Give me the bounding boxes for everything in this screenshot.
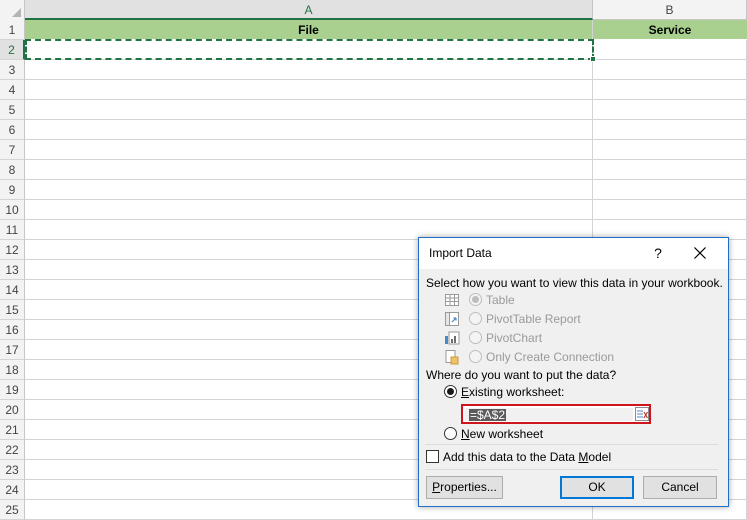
pivottable-icon	[445, 312, 459, 326]
help-button[interactable]: ?	[647, 242, 669, 264]
close-icon	[694, 247, 706, 259]
dialog-divider	[425, 444, 718, 445]
row-header-2[interactable]: 2	[0, 40, 25, 60]
table-option-label: Table	[486, 293, 515, 307]
ok-button[interactable]: OK	[560, 476, 634, 499]
dialog-divider-bottom	[425, 469, 718, 470]
cell-b1[interactable]: Service	[593, 20, 747, 40]
row-header-18[interactable]: 18	[0, 360, 25, 380]
connection-icon	[445, 350, 459, 365]
table-radio[interactable]	[469, 293, 482, 306]
pivottable-option-label: PivotTable Report	[486, 312, 581, 326]
connection-radio[interactable]	[469, 350, 482, 363]
cell-b6[interactable]	[593, 120, 747, 140]
row-header-8[interactable]: 8	[0, 160, 25, 180]
row-header-9[interactable]: 9	[0, 180, 25, 200]
properties-button[interactable]: Properties...	[426, 476, 503, 499]
row-header-17[interactable]: 17	[0, 340, 25, 360]
data-model-checkbox[interactable]	[426, 450, 439, 463]
sheet-row: 8	[0, 160, 747, 180]
row-header-24[interactable]: 24	[0, 480, 25, 500]
row-header-19[interactable]: 19	[0, 380, 25, 400]
range-input-field[interactable]: =$A$2	[465, 408, 633, 421]
sheet-row: 9	[0, 180, 747, 200]
import-data-dialog: Import Data ? Select how you want to vie…	[418, 237, 729, 507]
sheet-row: 4	[0, 80, 747, 100]
cell-b3[interactable]	[593, 60, 747, 80]
row-header-21[interactable]: 21	[0, 420, 25, 440]
cell-b9[interactable]	[593, 180, 747, 200]
cell-b10[interactable]	[593, 200, 747, 220]
row-header-15[interactable]: 15	[0, 300, 25, 320]
sheet-row: 1 File Service	[0, 20, 747, 40]
pivotchart-radio[interactable]	[469, 331, 482, 344]
select-all-button[interactable]	[0, 0, 25, 20]
cancel-button[interactable]: Cancel	[643, 476, 717, 499]
data-model-label: Add this data to the Data Model	[443, 450, 612, 464]
fill-handle[interactable]	[590, 56, 596, 62]
row-header-12[interactable]: 12	[0, 240, 25, 260]
row-header-4[interactable]: 4	[0, 80, 25, 100]
row-header-6[interactable]: 6	[0, 120, 25, 140]
view-prompt-label: Select how you want to view this data in…	[426, 276, 723, 290]
sheet-row: 3	[0, 60, 747, 80]
range-value: =$A$2	[469, 408, 507, 422]
cell-b2[interactable]	[593, 40, 747, 60]
cell-a6[interactable]	[25, 120, 593, 140]
cell-a7[interactable]	[25, 140, 593, 160]
pivottable-radio[interactable]	[469, 312, 482, 325]
cell-b7[interactable]	[593, 140, 747, 160]
cell-a8[interactable]	[25, 160, 593, 180]
range-input[interactable]: =$A$2	[461, 404, 651, 424]
cell-a9[interactable]	[25, 180, 593, 200]
column-header-a[interactable]: A	[25, 0, 593, 20]
cell-a10[interactable]	[25, 200, 593, 220]
cell-a3[interactable]	[25, 60, 593, 80]
cell-b8[interactable]	[593, 160, 747, 180]
put-prompt-label: Where do you want to put the data?	[426, 368, 617, 382]
connection-option-label: Only Create Connection	[486, 350, 615, 364]
sheet-row: 10	[0, 200, 747, 220]
row-header-7[interactable]: 7	[0, 140, 25, 160]
column-header-b[interactable]: B	[593, 0, 747, 20]
table-icon	[445, 294, 459, 306]
existing-worksheet-label: Existing worksheet:	[461, 385, 565, 399]
row-header-23[interactable]: 23	[0, 460, 25, 480]
cell-a2[interactable]	[25, 40, 593, 60]
row-header-11[interactable]: 11	[0, 220, 25, 240]
row-header-25[interactable]: 25	[0, 500, 25, 520]
row-header-14[interactable]: 14	[0, 280, 25, 300]
row-header-5[interactable]: 5	[0, 100, 25, 120]
close-button[interactable]	[687, 241, 713, 265]
dialog-title: Import Data	[429, 246, 492, 260]
existing-worksheet-radio[interactable]	[444, 385, 457, 398]
cell-b5[interactable]	[593, 100, 747, 120]
row-header-1[interactable]: 1	[0, 20, 25, 40]
cell-b4[interactable]	[593, 80, 747, 100]
row-header-10[interactable]: 10	[0, 200, 25, 220]
sheet-row: 2	[0, 40, 747, 60]
pivotchart-option-label: PivotChart	[486, 331, 543, 345]
cell-a1[interactable]: File	[25, 20, 593, 40]
cell-a5[interactable]	[25, 100, 593, 120]
sheet-row: 5	[0, 100, 747, 120]
column-header-bar: A B	[0, 0, 747, 20]
sheet-row: 7	[0, 140, 747, 160]
sheet-row: 6	[0, 120, 747, 140]
row-header-3[interactable]: 3	[0, 60, 25, 80]
range-collapse-icon[interactable]	[635, 407, 649, 421]
row-header-22[interactable]: 22	[0, 440, 25, 460]
row-header-20[interactable]: 20	[0, 400, 25, 420]
row-header-13[interactable]: 13	[0, 260, 25, 280]
row-header-16[interactable]: 16	[0, 320, 25, 340]
dialog-titlebar[interactable]: Import Data ?	[419, 238, 728, 269]
cell-a4[interactable]	[25, 80, 593, 100]
new-worksheet-radio[interactable]	[444, 427, 457, 440]
new-worksheet-label: New worksheet	[461, 427, 544, 441]
pivotchart-icon	[445, 331, 460, 345]
